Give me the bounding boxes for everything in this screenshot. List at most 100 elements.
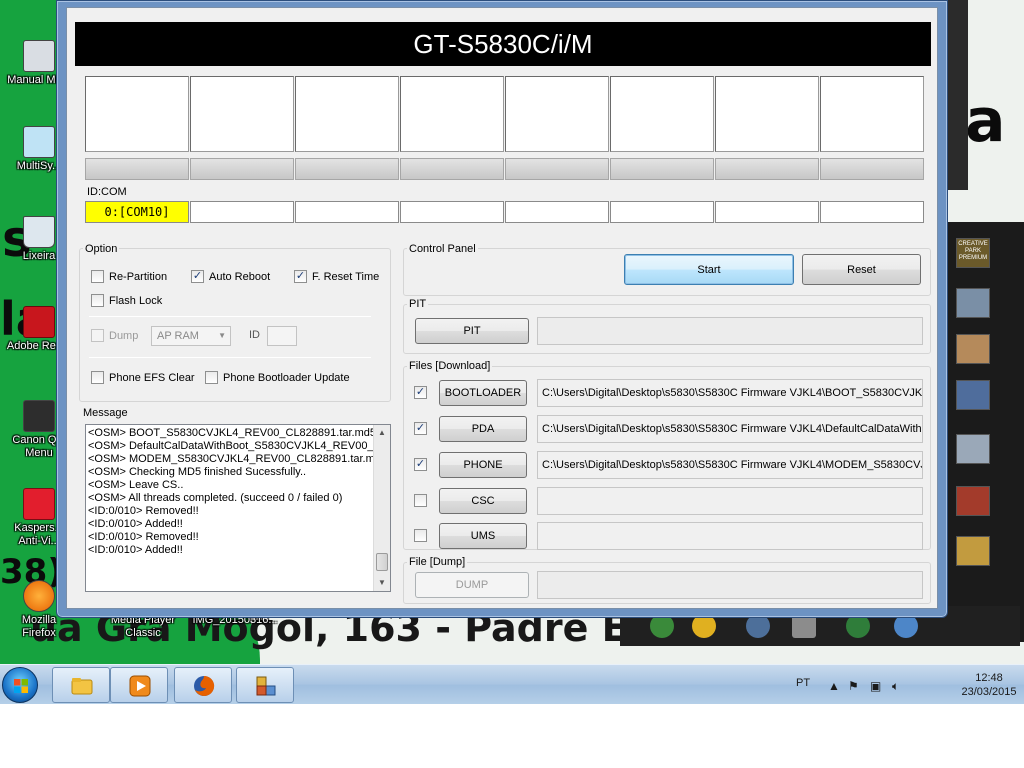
bootloader-path-field[interactable]: C:\Users\Digital\Desktop\s5830\S5830C Fi… [537,379,923,407]
app-thumbnail[interactable] [956,434,990,464]
show-hidden-icons-icon[interactable]: ▲ [828,679,840,693]
checkbox-box[interactable] [91,270,104,283]
idcom-label: ID:COM [87,186,127,198]
media-player-icon [129,675,151,697]
dump-path-field[interactable] [537,571,923,599]
checkbox-box[interactable] [91,371,104,384]
start-button[interactable] [2,667,38,703]
port-status-box [400,76,504,152]
idcom-slot [610,201,714,223]
port-status-box [85,76,189,152]
dump-type-select[interactable]: AP RAM ▼ [151,326,231,346]
creative-park-thumbnail[interactable]: CREATIVE PARK PREMIUM [956,238,990,268]
phone-efs-clear-label: Phone EFS Clear [109,371,195,384]
control-panel-title: Control Panel [407,243,478,255]
pda-checkbox[interactable]: ✓ [414,422,427,435]
port-progress-bar [85,158,189,180]
start-button[interactable]: Start [624,254,794,285]
phone-button[interactable]: PHONE [439,452,527,478]
dump-button[interactable]: DUMP [415,572,529,598]
language-indicator[interactable]: PT [796,677,810,689]
ums-button[interactable]: UMS [439,523,527,549]
port-progress-bar [400,158,504,180]
ums-path-field[interactable] [537,522,923,550]
chevron-down-icon: ▼ [218,331,226,340]
pda-button[interactable]: PDA [439,416,527,442]
csc-button[interactable]: CSC [439,488,527,514]
checkbox-box[interactable] [91,294,104,307]
auto-reboot-label: Auto Reboot [209,270,271,283]
port-progress-bar [715,158,819,180]
port-progress-bar [820,158,924,180]
taskbar-media-player[interactable] [110,667,168,703]
pit-button[interactable]: PIT [415,318,529,344]
f-reset-time-label: F. Reset Time [312,270,380,283]
odin-client-area: GT-S5830C/i/M ID:COM 0:[COM10] Option Re… [66,7,938,609]
phone-efs-clear-checkbox[interactable]: Phone EFS Clear [91,371,195,384]
bootloader-button[interactable]: BOOTLOADER [439,380,527,406]
port-progress-bar [190,158,294,180]
phone-path-field[interactable]: C:\Users\Digital\Desktop\s5830\S5830C Fi… [537,451,923,479]
action-center-flag-icon[interactable]: ⚑ [848,679,859,693]
port-status-box [190,76,294,152]
phone-bootloader-update-checkbox[interactable]: Phone Bootloader Update [205,371,350,384]
reset-button[interactable]: Reset [802,254,921,285]
taskbar-firefox[interactable] [174,667,232,703]
volume-icon[interactable]: 🔈︎ [892,679,899,694]
app-thumbnail[interactable] [956,288,990,318]
flash-lock-checkbox[interactable]: Flash Lock [91,294,162,307]
log-line: <OSM> BOOT_S5830CVJKL4_REV00_CL828891.ta… [88,427,377,439]
checkbox-box[interactable]: ✓ [191,270,204,283]
id-field[interactable] [267,326,297,346]
port-progress-bar [295,158,399,180]
pit-title: PIT [407,298,429,310]
port-status-box [715,76,819,152]
app-thumbnail[interactable] [956,380,990,410]
log-line: <OSM> DefaultCalDataWithBoot_S5830CVJKL4… [88,440,382,452]
network-icon[interactable]: ▣ [870,679,881,693]
clock[interactable]: 12:48 23/03/2015 [954,671,1024,699]
adobe-reader-icon [23,306,55,338]
port-progress-bar [505,158,609,180]
log-line: <OSM> Leave CS.. [88,479,184,491]
app-thumbnail[interactable] [956,486,990,516]
re-partition-checkbox[interactable]: Re-Partition [91,270,167,283]
bootloader-checkbox[interactable]: ✓ [414,386,427,399]
message-log[interactable]: <OSM> BOOT_S5830CVJKL4_REV00_CL828891.ta… [85,424,391,592]
app-thumbnail[interactable] [956,334,990,364]
option-separator [89,357,371,358]
f-reset-time-checkbox[interactable]: ✓ F. Reset Time [294,270,379,283]
port-status-box [610,76,714,152]
csc-checkbox[interactable] [414,494,427,507]
canon-icon [23,400,55,432]
firefox-icon [23,580,55,612]
pit-path-field[interactable] [537,317,923,345]
app-thumbnail[interactable] [956,536,990,566]
scroll-up-arrow-icon[interactable]: ▲ [374,425,390,441]
taskbar-mfc-app[interactable] [236,667,294,703]
file-dump-title: File [Dump] [407,556,468,568]
log-line: <OSM> Checking MD5 finished Sucessfully.… [88,466,307,478]
taskbar-explorer[interactable] [52,667,110,703]
checkbox-box[interactable] [205,371,218,384]
message-scrollbar[interactable]: ▲ ▼ [373,425,390,591]
scrollbar-thumb[interactable] [376,553,388,571]
checkbox-box[interactable]: ✓ [294,270,307,283]
dump-checkbox[interactable]: Dump [91,329,138,342]
scroll-down-arrow-icon[interactable]: ▼ [374,575,390,591]
auto-reboot-checkbox[interactable]: ✓ Auto Reboot [191,270,270,283]
flash-lock-label: Flash Lock [109,294,163,307]
idcom-slot [820,201,924,223]
ums-checkbox[interactable] [414,529,427,542]
phone-bootloader-update-label: Phone Bootloader Update [223,371,350,384]
option-title: Option [83,243,120,255]
dump-label: Dump [109,329,139,342]
csc-path-field[interactable] [537,487,923,515]
windows-logo-icon [14,679,28,693]
phone-checkbox[interactable]: ✓ [414,458,427,471]
taskbar: PT ▲ ⚑ ▣ 🔈︎ 12:48 23/03/2015 [0,664,1024,704]
idcom-slot: 0:[COM10] [85,201,189,223]
checkbox-box[interactable] [91,329,104,342]
pda-path-field[interactable]: C:\Users\Digital\Desktop\s5830\S5830C Fi… [537,415,923,443]
model-title: GT-S5830C/i/M [75,22,931,66]
